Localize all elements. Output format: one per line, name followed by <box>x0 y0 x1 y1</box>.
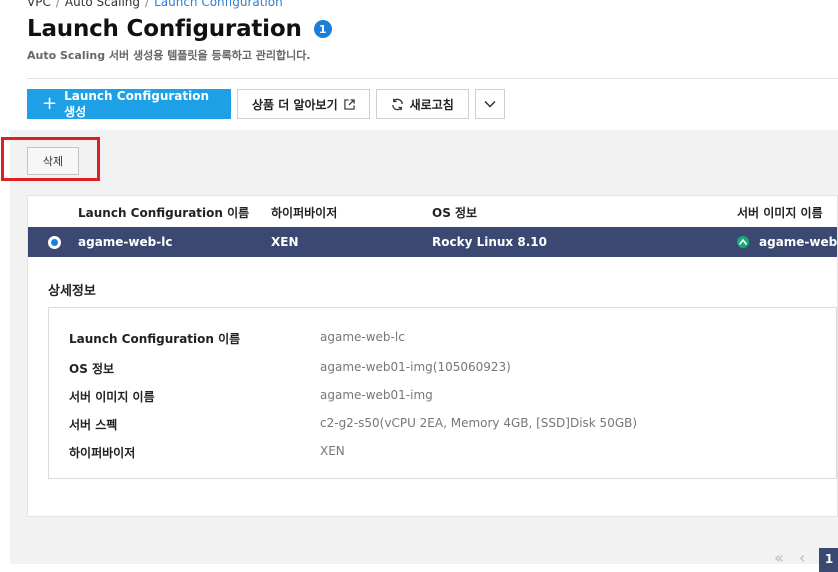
cell-name: agame-web-lc <box>78 235 172 249</box>
detail-value: agame-web01-img(105060923) <box>320 360 511 374</box>
page-subtitle: Auto Scaling 서버 생성용 템플릿을 등록하고 관리합니다. <box>27 47 311 63</box>
external-link-icon <box>344 99 355 110</box>
learn-more-button[interactable]: 상품 더 알아보기 <box>237 89 370 119</box>
detail-label: 서버 이미지 이름 <box>69 388 155 405</box>
page-title: Launch Configuration <box>27 16 302 42</box>
title-row: Launch Configuration 1 <box>27 16 332 42</box>
row-radio[interactable] <box>48 236 61 249</box>
breadcrumb-item-vpc[interactable]: VPC <box>27 0 51 9</box>
table-row[interactable]: agame-web-lc XEN Rocky Linux 8.10 agame-… <box>28 227 837 257</box>
divider <box>27 78 838 79</box>
info-badge-icon[interactable]: 1 <box>314 20 332 38</box>
learn-more-label: 상품 더 알아보기 <box>252 96 338 113</box>
detail-label: Launch Configuration 이름 <box>69 330 240 347</box>
chevron-down-icon <box>484 100 496 108</box>
breadcrumb-separator: / <box>145 0 149 9</box>
detail-value: XEN <box>320 444 345 458</box>
detail-value: c2-g2-s50(vCPU 2EA, Memory 4GB, [SSD]Dis… <box>320 416 637 430</box>
breadcrumb-separator: / <box>56 0 60 9</box>
highlight-box <box>1 137 100 181</box>
refresh-icon <box>391 98 404 111</box>
column-header-image[interactable]: 서버 이미지 이름 <box>737 204 823 221</box>
refresh-button[interactable]: 새로고침 <box>376 89 469 119</box>
pagination-first-button[interactable]: « <box>774 548 784 567</box>
table-header: Launch Configuration 이름 하이퍼바이저 OS 정보 서버 … <box>28 196 837 227</box>
breadcrumb-current[interactable]: Launch Configuration <box>154 0 283 9</box>
detail-label: OS 정보 <box>69 360 114 377</box>
detail-label: 서버 스펙 <box>69 416 117 433</box>
breadcrumb: VPC / Auto Scaling / Launch Configuration <box>27 0 283 9</box>
detail-value: agame-web-lc <box>320 330 405 344</box>
pagination-prev-button[interactable]: ‹ <box>799 548 805 567</box>
cell-image: agame-web01- <box>759 235 838 249</box>
detail-value: agame-web01-img <box>320 388 433 402</box>
detail-label: 하이퍼바이저 <box>69 444 135 461</box>
launch-configuration-panel: Launch Configuration 이름 하이퍼바이저 OS 정보 서버 … <box>27 195 838 517</box>
cell-os: Rocky Linux 8.10 <box>432 235 547 249</box>
detail-box: Launch Configuration 이름 agame-web-lc OS 정… <box>48 307 837 479</box>
detail-section-title: 상세정보 <box>48 280 96 299</box>
create-button-label: Launch Configuration 생성 <box>64 89 216 120</box>
breadcrumb-item-auto-scaling[interactable]: Auto Scaling <box>65 0 140 9</box>
column-header-hypervisor[interactable]: 하이퍼바이저 <box>271 204 337 221</box>
cell-hypervisor: XEN <box>271 235 299 249</box>
toolbar: + Launch Configuration 생성 상품 더 알아보기 새로고침 <box>27 89 505 119</box>
pagination-current-page[interactable]: 1 <box>819 548 838 572</box>
refresh-label: 새로고침 <box>410 96 454 113</box>
create-launch-configuration-button[interactable]: + Launch Configuration 생성 <box>27 89 231 119</box>
status-running-icon <box>737 236 749 248</box>
more-dropdown-button[interactable] <box>475 89 505 119</box>
column-header-os[interactable]: OS 정보 <box>432 204 477 221</box>
column-header-name[interactable]: Launch Configuration 이름 <box>78 204 249 221</box>
plus-icon: + <box>42 95 57 113</box>
